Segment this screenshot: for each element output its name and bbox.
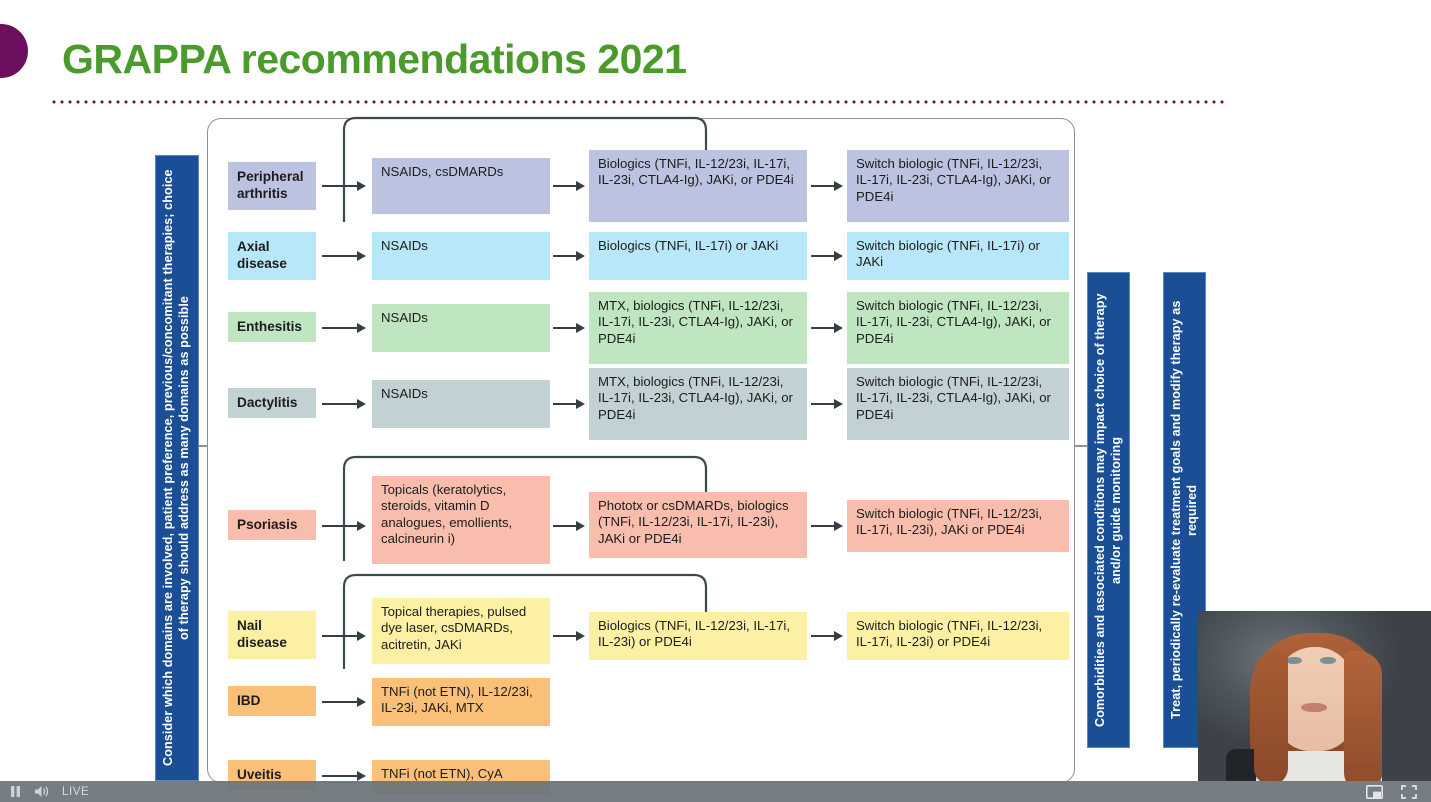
live-label: LIVE [62, 785, 90, 798]
speaker-eye-left [1286, 657, 1302, 664]
arrow-psoriasis-2 [553, 525, 583, 527]
row-label-ibd: IBD [228, 686, 316, 716]
row-secondline-psoriasis: Phototx or csDMARDs, biologics (TNFi, IL… [589, 492, 807, 558]
row-firstline-psoriasis: Topicals (keratolytics, steroids, vitami… [372, 476, 550, 564]
row-label-peripheral-arthritis: Peripheral arthritis [228, 162, 316, 210]
title-divider [50, 100, 1225, 104]
arrow-dactylitis-3 [811, 403, 841, 405]
arrow-enthesitis-2 [553, 327, 583, 329]
slide-canvas: GRAPPA recommendations 2021 Consider whi… [0, 0, 1431, 802]
arrow-dactylitis-2 [553, 403, 583, 405]
arrow-axial-1 [322, 255, 364, 257]
arrow-peripheral-1 [322, 185, 364, 187]
row-firstline-dactylitis: NSAIDs [372, 380, 550, 428]
player-right-controls [1366, 784, 1431, 799]
arrow-enthesitis-1 [322, 327, 364, 329]
row-secondline-axial-disease: Biologics (TNFi, IL-17i) or JAKi [589, 232, 807, 280]
row-thirdline-peripheral-arthritis: Switch biologic (TNFi, IL-12/23i, IL-17i… [847, 150, 1069, 222]
fullscreen-icon[interactable] [1401, 784, 1417, 799]
row-secondline-enthesitis: MTX, biologics (TNFi, IL-12/23i, IL-17i,… [589, 292, 807, 364]
arrow-psoriasis-1 [322, 525, 364, 527]
speaker-hair-right [1344, 651, 1382, 781]
arrow-nail-3 [811, 635, 841, 637]
pause-icon[interactable] [9, 785, 22, 798]
miniplayer-icon[interactable] [1366, 784, 1383, 799]
row-secondline-nail-disease: Biologics (TNFi, IL-12/23i, IL-17i, IL-2… [589, 612, 807, 660]
arrow-enthesitis-3 [811, 327, 841, 329]
video-player-controls: LIVE [0, 781, 1431, 802]
speaker-mouth [1301, 703, 1327, 712]
arrow-nail-1 [322, 635, 364, 637]
row-firstline-nail-disease: Topical therapies, pulsed dye laser, csD… [372, 598, 550, 664]
arrow-axial-2 [553, 255, 583, 257]
arrow-uveitis-1 [322, 775, 364, 777]
arrow-axial-3 [811, 255, 841, 257]
arrow-ibd-1 [322, 701, 364, 703]
page-title: GRAPPA recommendations 2021 [62, 36, 687, 82]
row-label-enthesitis: Enthesitis [228, 312, 316, 342]
row-firstline-ibd: TNFi (not ETN), IL-12/23i, IL-23i, JAKi,… [372, 678, 550, 726]
row-label-dactylitis: Dactylitis [228, 388, 316, 418]
row-label-psoriasis: Psoriasis [228, 510, 316, 540]
webcam-overlay[interactable] [1198, 611, 1431, 781]
arrow-peripheral-3 [811, 185, 841, 187]
row-thirdline-dactylitis: Switch biologic (TNFi, IL-12/23i, IL-17i… [847, 368, 1069, 440]
row-firstline-axial-disease: NSAIDs [372, 232, 550, 280]
arrow-peripheral-2 [553, 185, 583, 187]
row-label-axial-disease: Axial disease [228, 232, 316, 280]
row-thirdline-enthesitis: Switch biologic (TNFi, IL-12/23i, IL-17i… [847, 292, 1069, 364]
row-firstline-enthesitis: NSAIDs [372, 304, 550, 352]
frame-connector-right [1074, 445, 1087, 447]
considerations-bar: Consider which domains are involved, pat… [155, 155, 199, 781]
arrow-psoriasis-3 [811, 525, 841, 527]
row-firstline-peripheral-arthritis: NSAIDs, csDMARDs [372, 158, 550, 214]
comorbidities-bar: Comorbidities and associated conditions … [1087, 272, 1130, 748]
row-secondline-dactylitis: MTX, biologics (TNFi, IL-12/23i, IL-17i,… [589, 368, 807, 440]
speaker-hair-left [1254, 651, 1288, 781]
speaker-eye-right [1320, 657, 1336, 664]
row-thirdline-axial-disease: Switch biologic (TNFi, IL-17i) or JAKi [847, 232, 1069, 280]
arrow-nail-2 [553, 635, 583, 637]
row-thirdline-psoriasis: Switch biologic (TNFi, IL-12/23i, IL-17i… [847, 500, 1069, 552]
row-label-nail-disease: Nail disease [228, 611, 316, 659]
arrow-dactylitis-1 [322, 403, 364, 405]
volume-icon[interactable] [34, 785, 50, 798]
row-secondline-peripheral-arthritis: Biologics (TNFi, IL-12/23i, IL-17i, IL-2… [589, 150, 807, 222]
row-thirdline-nail-disease: Switch biologic (TNFi, IL-12/23i, IL-17i… [847, 612, 1069, 660]
decorative-circle [0, 24, 28, 78]
